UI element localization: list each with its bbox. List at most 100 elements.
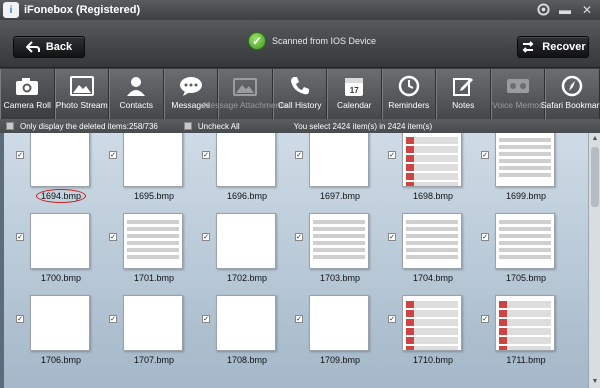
file-thumbnail[interactable] — [123, 213, 183, 269]
file-thumbnail[interactable] — [123, 295, 183, 351]
file-tile[interactable]: ✓ 1696.bmp — [202, 133, 282, 205]
category-messages[interactable]: Messages — [163, 69, 218, 119]
file-name: 1700.bmp — [16, 273, 106, 283]
file-tile[interactable]: ✓ 1711.bmp — [481, 295, 561, 369]
file-checkbox[interactable]: ✓ — [109, 151, 117, 159]
file-tile[interactable]: ✓ 1704.bmp — [388, 213, 468, 287]
file-tile[interactable]: ✓ 1700.bmp — [16, 213, 96, 287]
file-checkbox[interactable]: ✓ — [202, 315, 210, 323]
uncheck-all-checkbox[interactable] — [183, 122, 192, 130]
file-tile[interactable]: ✓ 1695.bmp — [109, 133, 189, 205]
file-checkbox[interactable]: ✓ — [481, 315, 489, 323]
thumbnail-line — [499, 152, 551, 156]
file-thumbnail[interactable] — [495, 295, 555, 351]
file-tile[interactable]: ✓ 1705.bmp — [481, 213, 561, 287]
category-label: Camera Roll — [3, 100, 51, 110]
category-notes[interactable]: Notes — [436, 69, 491, 119]
vertical-scrollbar[interactable]: ▲ ▼ — [588, 133, 600, 388]
file-thumbnail[interactable] — [309, 213, 369, 269]
file-checkbox[interactable]: ✓ — [109, 233, 117, 241]
thumbnail-line — [499, 145, 551, 149]
thumbnail-line — [499, 166, 551, 170]
category-call-history[interactable]: Call History — [272, 69, 327, 119]
file-tile[interactable]: ✓ 1701.bmp — [109, 213, 189, 287]
file-tile[interactable]: ✓ 1706.bmp — [16, 295, 96, 369]
file-checkbox[interactable]: ✓ — [481, 233, 489, 241]
file-name-text: 1695.bmp — [133, 191, 175, 201]
file-checkbox[interactable]: ✓ — [16, 151, 24, 159]
thumbnail-line — [313, 241, 365, 245]
file-thumbnail[interactable] — [309, 295, 369, 351]
file-thumbnail[interactable] — [495, 213, 555, 269]
window-title: iFonebox (Registered) — [24, 4, 141, 16]
category-camera-roll[interactable]: Camera Roll — [0, 69, 55, 119]
file-thumbnail[interactable] — [495, 133, 555, 187]
file-tile[interactable]: ✓ 1709.bmp — [295, 295, 375, 369]
minimize-icon[interactable]: ▬ — [558, 3, 572, 19]
file-checkbox[interactable]: ✓ — [388, 151, 396, 159]
file-checkbox[interactable]: ✓ — [388, 233, 396, 241]
file-checkbox[interactable]: ✓ — [295, 233, 303, 241]
category-photo-stream[interactable]: Photo Stream — [54, 69, 109, 119]
thumbnail-line — [127, 227, 179, 231]
file-tile[interactable]: ✓ 1702.bmp — [202, 213, 282, 287]
file-checkbox[interactable]: ✓ — [295, 315, 303, 323]
recover-button[interactable]: Recover — [517, 36, 589, 58]
file-thumbnail[interactable] — [30, 213, 90, 269]
file-tile[interactable]: ✓ 1694.bmp — [16, 133, 96, 205]
only-deleted-checkbox[interactable] — [6, 122, 14, 130]
scroll-up-icon[interactable]: ▲ — [590, 134, 600, 144]
thumbnail-line — [313, 248, 365, 252]
category-label: Reminders — [388, 100, 430, 110]
category-safari-bookmark[interactable]: Safari Bookmark — [541, 69, 600, 119]
thumbnail-line — [313, 220, 365, 224]
scroll-thumb[interactable] — [591, 147, 599, 207]
file-tile[interactable]: ✓ 1707.bmp — [109, 295, 189, 369]
file-thumbnail[interactable] — [216, 133, 276, 187]
recover-arrows-icon — [522, 41, 534, 53]
file-tile[interactable]: ✓ 1699.bmp — [481, 133, 561, 205]
file-checkbox[interactable]: ✓ — [109, 315, 117, 323]
thumbnail-line — [499, 301, 551, 308]
file-checkbox[interactable]: ✓ — [16, 233, 24, 241]
file-thumbnail[interactable] — [30, 133, 90, 187]
calendar-day: 17 — [349, 86, 359, 95]
close-icon[interactable]: ✕ — [580, 3, 594, 19]
support-icon[interactable] — [536, 3, 550, 19]
compass-icon — [559, 74, 585, 98]
title-bar: i iFonebox (Registered) ▬ ✕ — [0, 0, 600, 20]
back-button[interactable]: Back — [13, 36, 85, 58]
file-checkbox[interactable]: ✓ — [16, 315, 24, 323]
file-checkbox[interactable]: ✓ — [481, 151, 489, 159]
file-thumbnail[interactable] — [402, 213, 462, 269]
file-thumbnail[interactable] — [402, 295, 462, 351]
category-label: Call History — [278, 100, 322, 110]
file-tile[interactable]: ✓ 1708.bmp — [202, 295, 282, 369]
file-tile[interactable]: ✓ 1710.bmp — [388, 295, 468, 369]
file-name-text: 1696.bmp — [226, 191, 268, 201]
thumbnail-line — [406, 241, 458, 245]
file-checkbox[interactable]: ✓ — [388, 315, 396, 323]
file-checkbox[interactable]: ✓ — [295, 151, 303, 159]
thumbnail-line — [406, 220, 458, 224]
category-reminders[interactable]: Reminders — [381, 69, 436, 119]
file-checkbox[interactable]: ✓ — [202, 233, 210, 241]
photo-icon — [69, 74, 95, 98]
file-thumbnail[interactable] — [216, 295, 276, 351]
file-tile[interactable]: ✓ 1697.bmp — [295, 133, 375, 205]
file-thumbnail[interactable] — [30, 295, 90, 351]
file-thumbnail[interactable] — [216, 213, 276, 269]
thumbnail-line — [499, 319, 551, 326]
file-thumbnail[interactable] — [309, 133, 369, 187]
file-tile[interactable]: ✓ 1703.bmp — [295, 213, 375, 287]
scroll-down-icon[interactable]: ▼ — [590, 377, 600, 387]
file-name: 1705.bmp — [481, 273, 571, 283]
category-contacts[interactable]: Contacts — [109, 69, 164, 119]
file-thumbnail[interactable] — [123, 133, 183, 187]
file-tile[interactable]: ✓ 1698.bmp — [388, 133, 468, 205]
uncheck-all-label[interactable]: Uncheck All — [198, 122, 240, 131]
file-checkbox[interactable]: ✓ — [202, 151, 210, 159]
thumbnail-line — [406, 234, 458, 238]
file-thumbnail[interactable] — [402, 133, 462, 187]
category-calendar[interactable]: 17 Calendar — [327, 69, 382, 119]
